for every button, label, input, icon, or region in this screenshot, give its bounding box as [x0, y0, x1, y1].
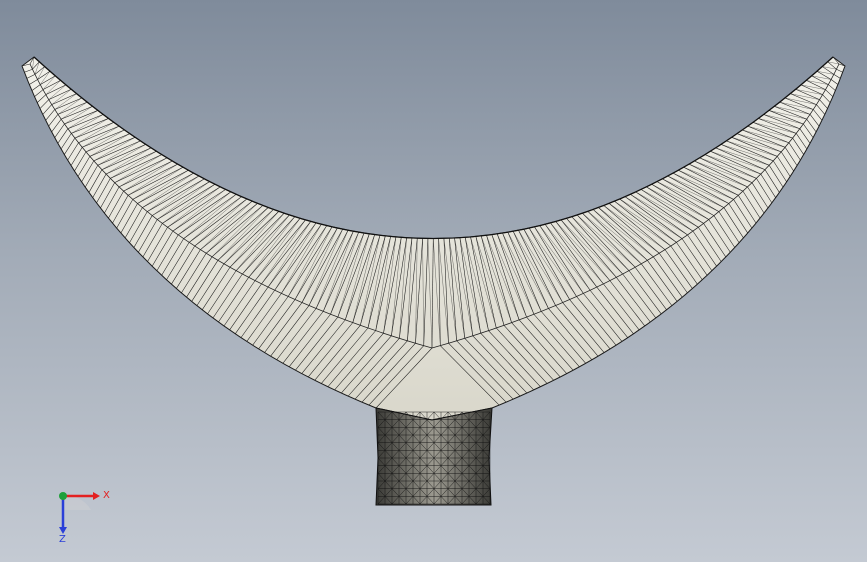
mesh-model[interactable]	[0, 0, 867, 562]
x-axis-arrowhead-icon	[93, 492, 100, 500]
coordinate-triad: X Z	[50, 484, 110, 545]
z-axis-arrowhead-icon	[59, 527, 67, 534]
z-axis-label: Z	[59, 534, 66, 544]
x-axis-label: X	[103, 490, 110, 501]
graphics-viewport[interactable]: X Z	[0, 0, 867, 562]
y-axis-dot-icon	[59, 492, 67, 500]
triad-quadrant-shading	[63, 495, 91, 510]
stem-neck[interactable]	[375, 407, 493, 506]
